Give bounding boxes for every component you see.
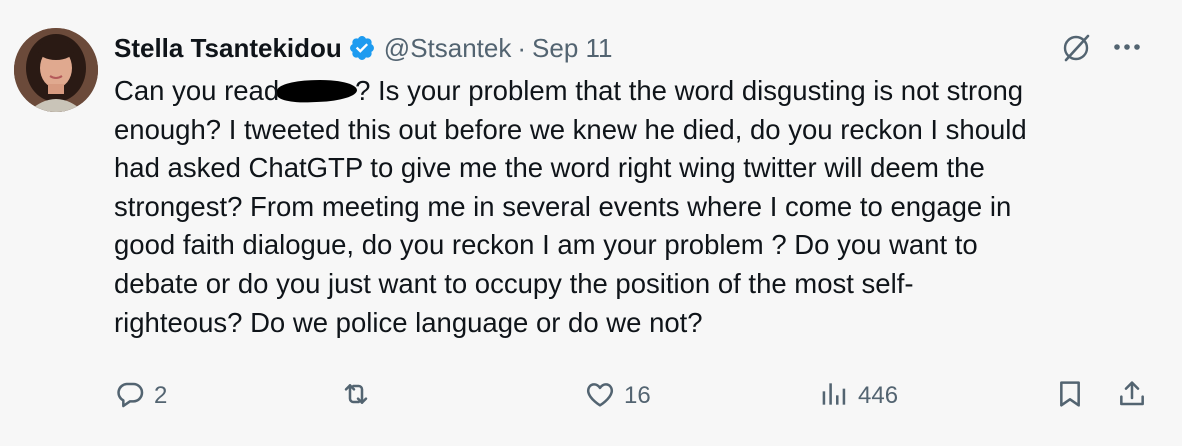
- redaction-scribble: [276, 78, 358, 104]
- avatar[interactable]: [14, 28, 98, 112]
- tweet-text-start: Can you read: [114, 75, 280, 106]
- heart-icon: [584, 378, 616, 415]
- separator-dot: ·: [517, 32, 527, 63]
- display-name[interactable]: Stella Tsantekidou: [114, 33, 342, 64]
- more-icon[interactable]: [1112, 36, 1142, 58]
- like-button[interactable]: 16: [584, 376, 651, 416]
- bookmark-icon: [1054, 378, 1086, 415]
- share-icon: [1116, 378, 1148, 415]
- tweet-date[interactable]: Sep 11: [532, 33, 612, 64]
- retweet-icon: [340, 378, 372, 415]
- handle[interactable]: @Stsantek: [384, 33, 512, 64]
- reply-count: 2: [154, 382, 168, 409]
- views-icon: [818, 378, 850, 415]
- bookmark-button[interactable]: [1054, 376, 1086, 416]
- action-bar: 2 16 446: [114, 376, 1154, 416]
- tweet: Stella Tsantekidou @Stsantek · Sep 11 Ca…: [0, 0, 1182, 446]
- reply-icon: [114, 378, 146, 415]
- share-button[interactable]: [1116, 376, 1148, 416]
- tweet-text-rest: ? Is your problem that the word disgusti…: [114, 75, 1027, 338]
- retweet-button[interactable]: [340, 376, 380, 416]
- like-count: 16: [624, 382, 651, 409]
- tweet-header: Stella Tsantekidou @Stsantek · Sep 11: [114, 30, 613, 66]
- views-count: 446: [858, 382, 899, 409]
- verified-badge-icon: [348, 34, 376, 62]
- tweet-text: Can you read? Is your problem that the w…: [114, 72, 1144, 342]
- reply-button[interactable]: 2: [114, 376, 167, 416]
- grok-icon[interactable]: [1060, 32, 1092, 64]
- views-button[interactable]: 446: [818, 376, 898, 416]
